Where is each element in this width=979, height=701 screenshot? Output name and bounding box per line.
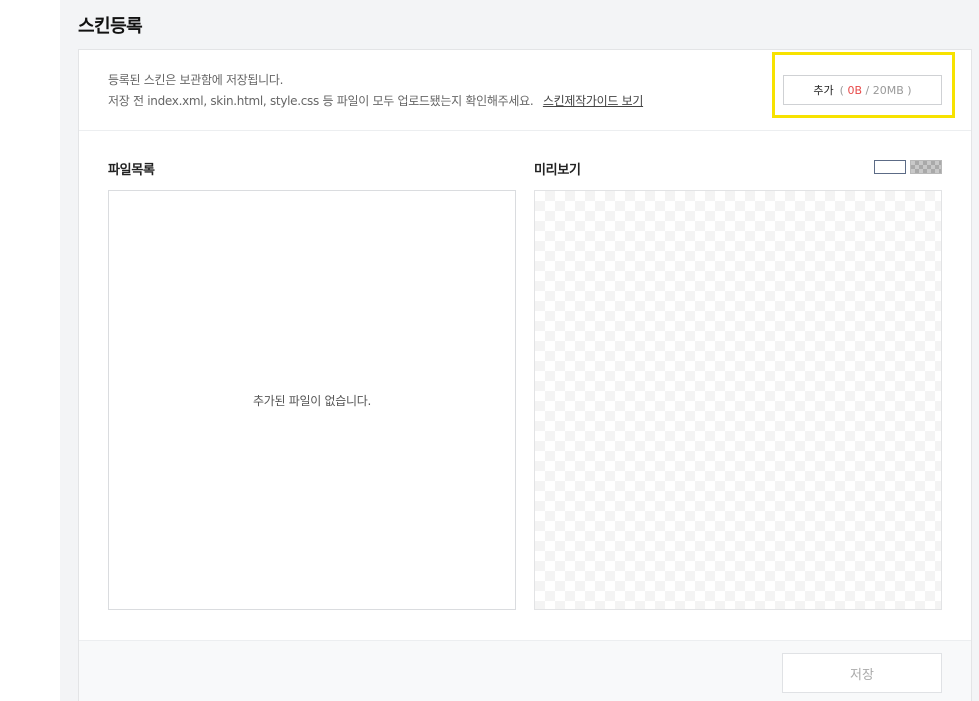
save-button[interactable]: 저장	[782, 653, 942, 693]
file-list-label: 파일목록	[108, 163, 155, 178]
description-line-1: 등록된 스킨은 보관함에 저장됩니다.	[108, 73, 284, 87]
empty-file-message: 추가된 파일이 없습니다.	[253, 393, 371, 408]
page-title: 스킨등록	[78, 16, 143, 37]
add-button-label: 추가	[813, 84, 834, 97]
storage-limit: 20MB	[872, 83, 904, 97]
skin-register-panel: 등록된 스킨은 보관함에 저장됩니다. 저장 전 index.xml, skin…	[78, 49, 972, 701]
storage-used: 0B	[847, 83, 863, 97]
preview-label: 미리보기	[534, 163, 581, 178]
preview-bg-white-toggle[interactable]	[874, 160, 906, 174]
panel-footer: 저장	[79, 640, 971, 701]
preview-bg-checker-toggle[interactable]	[910, 160, 942, 174]
file-list-box: 추가된 파일이 없습니다.	[108, 190, 516, 610]
panel-header: 등록된 스킨은 보관함에 저장됩니다. 저장 전 index.xml, skin…	[79, 50, 971, 131]
preview-area	[534, 190, 942, 610]
skin-guide-link[interactable]: 스킨제작가이드 보기	[543, 94, 643, 108]
description-line-2: 저장 전 index.xml, skin.html, style.css 등 파…	[108, 92, 643, 109]
left-sidebar-strip	[0, 0, 60, 701]
storage-usage: ( 0B / 20MB )	[839, 83, 912, 97]
description-text: 저장 전 index.xml, skin.html, style.css 등 파…	[108, 94, 534, 108]
add-file-button[interactable]: 추가 ( 0B / 20MB )	[783, 75, 942, 105]
